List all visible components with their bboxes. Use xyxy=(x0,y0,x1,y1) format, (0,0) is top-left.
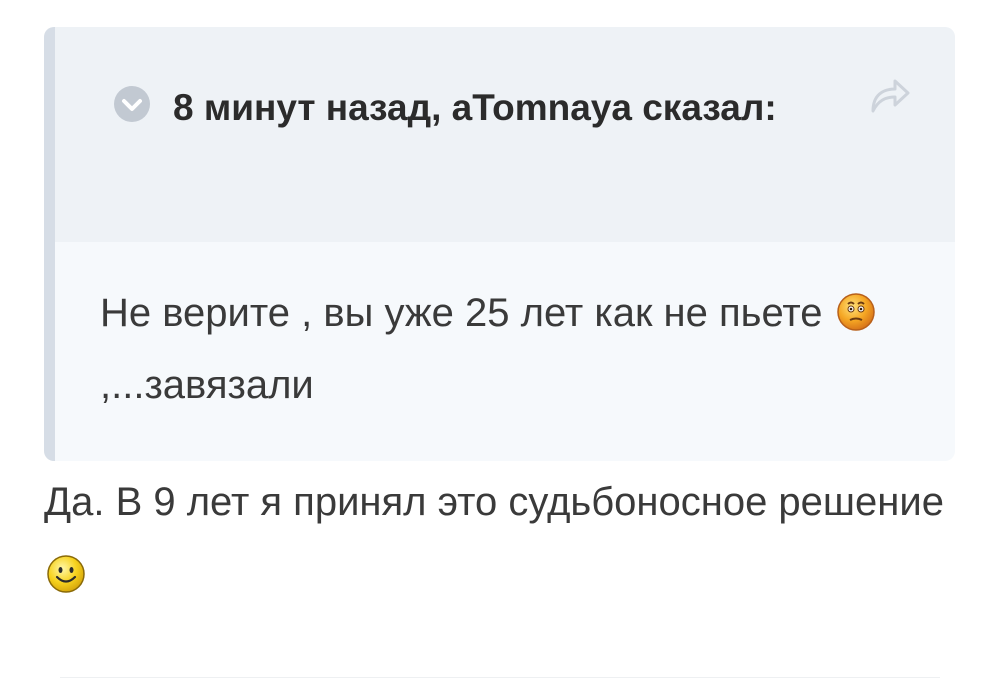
quote-body-text: Не верите , вы уже 25 лет как не пьете ,… xyxy=(100,277,900,421)
quote-said-label: сказал: xyxy=(642,87,777,128)
quote-text-part: ,...завязали xyxy=(100,363,314,407)
happy-smiley-icon xyxy=(46,554,86,594)
reply-text-part: Да. В 9 лет я принял это судьбоносное ре… xyxy=(44,480,944,524)
quote-time-link[interactable]: 8 минут назад xyxy=(173,87,431,128)
thinking-smiley-icon xyxy=(836,292,876,332)
quote-header: 8 минут назад, aTomnaya сказал: xyxy=(55,27,955,242)
quote-author-link[interactable]: aTomnaya xyxy=(452,87,632,128)
quote-text-part: Не верите , вы уже 25 лет как не пьете xyxy=(100,291,834,335)
quote-citation: 8 минут назад, aTomnaya сказал: xyxy=(111,71,831,145)
share-arrow-icon[interactable] xyxy=(867,75,911,115)
quote-separator: , xyxy=(431,87,452,128)
quote-accent-bar xyxy=(44,27,55,461)
quote-block: 8 минут назад, aTomnaya сказал: Не верит… xyxy=(44,27,955,461)
divider xyxy=(60,677,940,678)
post-content: 8 минут назад, aTomnaya сказал: Не верит… xyxy=(0,0,1000,681)
reply-text: Да. В 9 лет я принял это судьбоносное ре… xyxy=(44,466,944,612)
